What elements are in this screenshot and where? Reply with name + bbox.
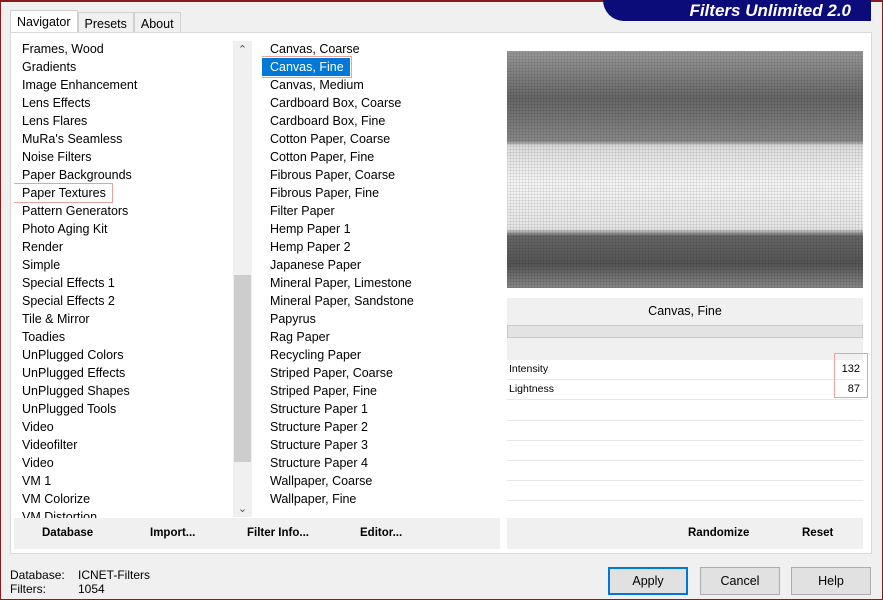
filter-item[interactable]: Recycling Paper bbox=[262, 346, 367, 364]
navigator-button-bar: Database Import... Filter Info... Editor… bbox=[14, 518, 500, 549]
category-list[interactable]: Frames, Wood Gradients Image Enhancement Le… bbox=[14, 40, 233, 518]
filter-item[interactable]: Fibrous Paper, Coarse bbox=[262, 166, 401, 184]
cancel-button[interactable]: Cancel bbox=[700, 567, 780, 595]
category-item[interactable]: VM Distortion bbox=[14, 508, 103, 518]
category-item[interactable]: Render bbox=[14, 238, 69, 256]
tab-about[interactable]: About bbox=[133, 12, 181, 34]
scroll-down-icon[interactable]: ⌄ bbox=[233, 502, 252, 515]
value-highlight-box bbox=[834, 353, 868, 398]
filter-item[interactable]: Canvas, Fine bbox=[262, 56, 352, 78]
filter-item[interactable]: Structure Paper 1 bbox=[262, 400, 374, 418]
filter-button-bar: Randomize Reset bbox=[507, 518, 863, 549]
reset-button[interactable]: Reset bbox=[802, 518, 833, 549]
tab-presets[interactable]: Presets bbox=[77, 12, 134, 34]
category-item[interactable]: Tile & Mirror bbox=[14, 310, 96, 328]
category-item[interactable]: Lens Flares bbox=[14, 112, 93, 130]
empty-param-row bbox=[507, 420, 863, 421]
category-item[interactable]: Image Enhancement bbox=[14, 76, 143, 94]
category-item[interactable]: Special Effects 2 bbox=[14, 292, 121, 310]
filter-item[interactable]: Striped Paper, Coarse bbox=[262, 364, 399, 382]
panel-gap bbox=[507, 338, 863, 360]
scroll-up-icon[interactable]: ⌃ bbox=[233, 43, 252, 56]
category-item[interactable]: Video bbox=[14, 454, 60, 472]
param-label: Lightness bbox=[509, 383, 554, 395]
filter-header-bar bbox=[507, 325, 863, 338]
filter-preview-image bbox=[507, 51, 863, 288]
filter-item[interactable]: Canvas, Medium bbox=[262, 76, 370, 94]
filter-name-label: Canvas, Fine bbox=[507, 298, 863, 325]
filter-item[interactable]: Filter Paper bbox=[262, 202, 341, 220]
category-item[interactable]: UnPlugged Colors bbox=[14, 346, 129, 364]
status-value: 1054 bbox=[78, 582, 105, 596]
category-item[interactable]: Photo Aging Kit bbox=[14, 220, 113, 238]
empty-param-row bbox=[507, 440, 863, 441]
filter-item[interactable]: Canvas, Coarse bbox=[262, 40, 366, 58]
status-database: Database: ICNET-Filters bbox=[10, 568, 150, 582]
apply-button[interactable]: Apply bbox=[608, 567, 688, 595]
category-item[interactable]: Frames, Wood bbox=[14, 40, 110, 58]
category-item[interactable]: Simple bbox=[14, 256, 66, 274]
editor-button[interactable]: Editor... bbox=[360, 518, 402, 549]
filter-item[interactable]: Japanese Paper bbox=[262, 256, 367, 274]
category-item[interactable]: UnPlugged Shapes bbox=[14, 382, 136, 400]
category-item[interactable]: Pattern Generators bbox=[14, 202, 134, 220]
filter-item[interactable]: Structure Paper 3 bbox=[262, 436, 374, 454]
category-item[interactable]: Paper Textures bbox=[14, 183, 113, 203]
param-intensity-slider[interactable]: Intensity 132 bbox=[507, 360, 863, 380]
category-item[interactable]: VM Colorize bbox=[14, 490, 96, 508]
filter-item[interactable]: Wallpaper, Fine bbox=[262, 490, 362, 508]
filter-item[interactable]: Cotton Paper, Fine bbox=[262, 148, 380, 166]
category-item[interactable]: Paper Backgrounds bbox=[14, 166, 138, 184]
empty-param-row bbox=[507, 480, 863, 481]
filter-item[interactable]: Rag Paper bbox=[262, 328, 336, 346]
category-scrollbar[interactable]: ⌃ ⌄ bbox=[233, 41, 252, 517]
filter-item[interactable]: Structure Paper 2 bbox=[262, 418, 374, 436]
filter-item[interactable]: Mineral Paper, Limestone bbox=[262, 274, 418, 292]
category-item[interactable]: VM 1 bbox=[14, 472, 57, 490]
category-item[interactable]: Videofilter bbox=[14, 436, 83, 454]
category-item[interactable]: Gradients bbox=[14, 58, 82, 76]
filter-item[interactable]: Wallpaper, Coarse bbox=[262, 472, 378, 490]
filter-item[interactable]: Hemp Paper 2 bbox=[262, 238, 357, 256]
database-button[interactable]: Database bbox=[42, 518, 93, 549]
category-item[interactable]: Toadies bbox=[14, 328, 71, 346]
filter-item[interactable]: Structure Paper 4 bbox=[262, 454, 374, 472]
help-button[interactable]: Help bbox=[791, 567, 871, 595]
app-logo: Filters Unlimited 2.0 bbox=[603, 0, 871, 21]
empty-param-row bbox=[507, 460, 863, 461]
param-label: Intensity bbox=[509, 363, 549, 375]
category-item[interactable]: Noise Filters bbox=[14, 148, 97, 166]
filter-list[interactable]: Canvas, Coarse Canvas, Fine Canvas, Medium… bbox=[262, 40, 500, 518]
randomize-button[interactable]: Randomize bbox=[688, 518, 749, 549]
filter-item[interactable]: Hemp Paper 1 bbox=[262, 220, 357, 238]
status-label: Database: bbox=[10, 568, 65, 582]
filter-item[interactable]: Mineral Paper, Sandstone bbox=[262, 292, 420, 310]
param-lightness-slider[interactable]: Lightness 87 bbox=[507, 380, 863, 400]
filter-info-button[interactable]: Filter Info... bbox=[247, 518, 309, 549]
category-item[interactable]: MuRa's Seamless bbox=[14, 130, 128, 148]
filter-item[interactable]: Fibrous Paper, Fine bbox=[262, 184, 385, 202]
filter-item[interactable]: Striped Paper, Fine bbox=[262, 382, 383, 400]
category-item[interactable]: UnPlugged Tools bbox=[14, 400, 122, 418]
category-item[interactable]: UnPlugged Effects bbox=[14, 364, 131, 382]
filter-item[interactable]: Cardboard Box, Coarse bbox=[262, 94, 407, 112]
status-value: ICNET-Filters bbox=[78, 568, 150, 582]
category-item[interactable]: Video bbox=[14, 418, 60, 436]
filter-item[interactable]: Cotton Paper, Coarse bbox=[262, 130, 396, 148]
import-button[interactable]: Import... bbox=[150, 518, 195, 549]
filter-item[interactable]: Papyrus bbox=[262, 310, 322, 328]
status-label: Filters: bbox=[10, 582, 46, 596]
category-item[interactable]: Special Effects 1 bbox=[14, 274, 121, 292]
filter-item[interactable]: Cardboard Box, Fine bbox=[262, 112, 391, 130]
category-item[interactable]: Lens Effects bbox=[14, 94, 97, 112]
status-filters: Filters: 1054 bbox=[10, 582, 105, 596]
scroll-thumb[interactable] bbox=[234, 275, 251, 462]
empty-param-row bbox=[507, 500, 863, 501]
